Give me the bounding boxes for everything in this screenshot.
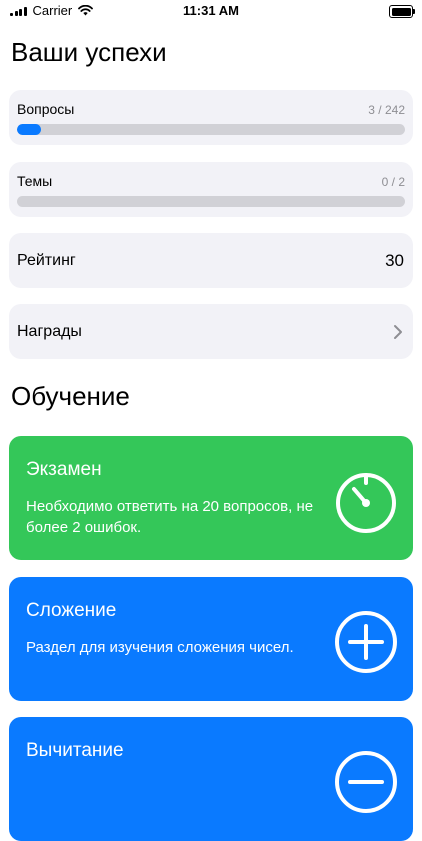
minus-circle-icon: [335, 751, 397, 813]
exam-card[interactable]: Экзамен Необходимо ответить на 20 вопрос…: [9, 436, 413, 560]
awards-row[interactable]: Награды: [9, 304, 413, 359]
questions-card: Вопросы 3 / 242: [9, 90, 413, 145]
addition-card[interactable]: Сложение Раздел для изучения сложения чи…: [9, 577, 413, 701]
addition-title: Сложение: [26, 600, 117, 621]
status-time: 11:31 AM: [183, 3, 239, 18]
exam-description: Необходимо ответить на 20 вопросов, не б…: [26, 498, 314, 536]
rating-row: Рейтинг 30: [9, 233, 413, 288]
stopwatch-icon: [336, 473, 396, 533]
topics-count: 0 / 2: [381, 175, 405, 189]
exam-title: Экзамен: [26, 459, 102, 480]
topics-card: Темы 0 / 2: [9, 162, 413, 217]
questions-progress-track: [17, 124, 405, 135]
topics-label: Темы: [17, 173, 53, 189]
plus-circle-icon: [335, 611, 397, 673]
status-bar: Carrier 11:31 AM: [0, 0, 422, 22]
addition-description: Раздел для изучения сложения чисел.: [26, 639, 294, 656]
questions-progress-fill: [17, 124, 41, 135]
rating-label: Рейтинг: [17, 252, 76, 269]
learning-title: Обучение: [11, 381, 130, 411]
battery-icon: [389, 5, 415, 18]
achievements-title: Ваши успехи: [11, 37, 167, 67]
questions-label: Вопросы: [17, 101, 75, 117]
questions-count: 3 / 242: [368, 103, 405, 117]
subtraction-title: Вычитание: [26, 740, 124, 761]
subtraction-card[interactable]: Вычитание: [9, 717, 413, 841]
topics-progress-track: [17, 196, 405, 207]
awards-label: Награды: [17, 323, 82, 340]
rating-value: 30: [385, 251, 404, 270]
chevron-right-icon: [394, 325, 402, 339]
